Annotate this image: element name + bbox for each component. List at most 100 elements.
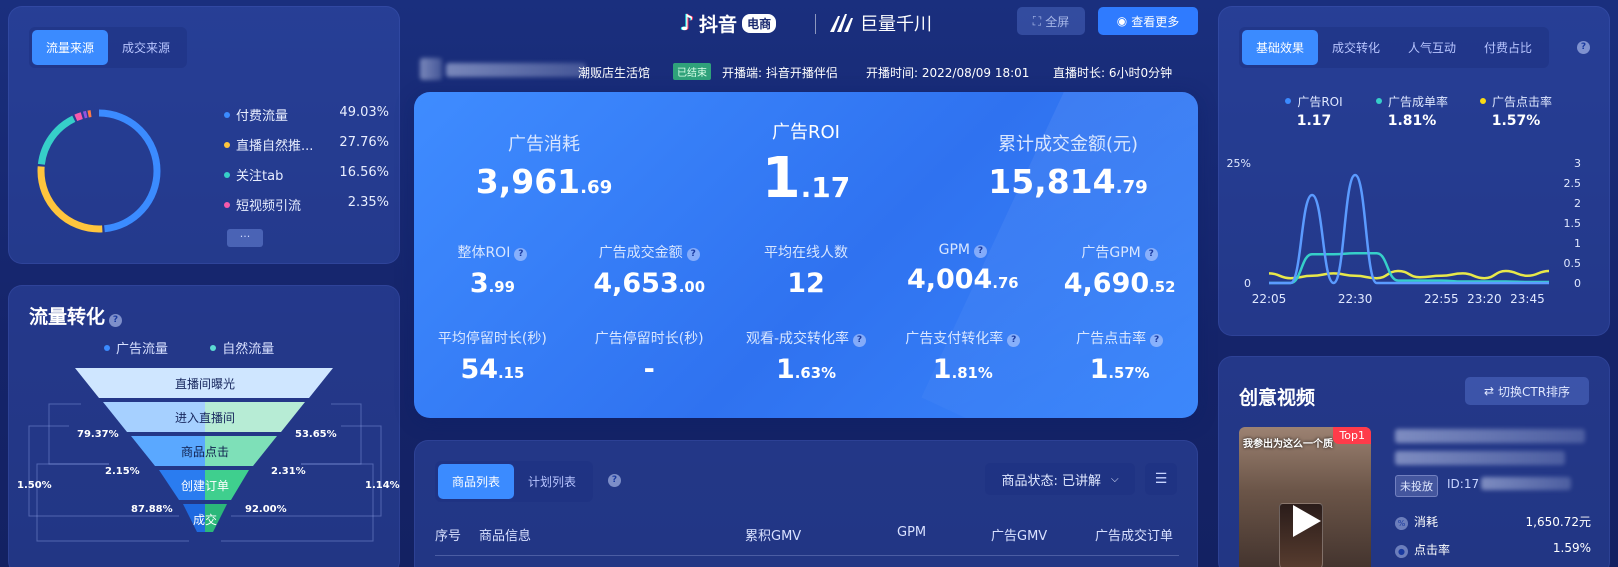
legend-dot xyxy=(224,202,230,208)
settings-sliders-icon: ☰ xyxy=(1154,471,1168,487)
tab-plan-list[interactable]: 计划列表 xyxy=(514,464,590,499)
help-icon[interactable]: ? xyxy=(1150,334,1164,347)
y-right-tick-label: 3 xyxy=(1574,157,1581,170)
kpi-ad-cost-value: 3,961.69 xyxy=(414,162,674,201)
kpi-metric-dec: .63% xyxy=(794,364,836,382)
kpi-metric-int: 1 xyxy=(776,354,795,385)
tab-paid-ratio[interactable]: 付费占比 xyxy=(1470,30,1546,65)
kpi-metric-dec: .57% xyxy=(1108,364,1150,382)
live-duration: 直播时长: 6小时0分钟 xyxy=(1053,66,1173,80)
more-button[interactable]: ··· xyxy=(227,229,263,247)
series-line[interactable] xyxy=(1269,173,1549,285)
series-line[interactable] xyxy=(1268,269,1550,280)
kpi-metric-cell: 广告成交金额? 4,653.00 xyxy=(571,242,728,299)
video-status-badge: 未投放 xyxy=(1395,475,1438,497)
tab-popularity[interactable]: 人气互动 xyxy=(1394,30,1470,65)
funnel-rate-left-1: 79.37% xyxy=(77,429,119,440)
effect-line-chart: 25%032.521.510.5022:05 22:30 22:55 23:20 23:… xyxy=(1227,157,1581,306)
metric-dot xyxy=(1375,98,1382,104)
traffic-conversion-panel: 流量转化? 广告流量 自然流量 直播间曝光 进入直播间 商品点击 创建订单 成交… xyxy=(8,285,400,567)
kpi-metric-value: 4,653.00 xyxy=(571,268,728,299)
qianchuan-logo: 巨量千川 xyxy=(828,10,932,36)
kpi-metric-label: 广告支付转化率 xyxy=(905,331,1004,347)
tab-traffic-source[interactable]: 流量来源 xyxy=(32,30,109,65)
column-settings-button[interactable]: ☰ xyxy=(1145,463,1177,495)
fullscreen-button[interactable]: ⛶ 全屏 xyxy=(1017,7,1085,35)
traffic-source-legend-item[interactable]: 短视频引流 2.35% xyxy=(224,195,389,225)
effect-metric: 广告点击率 1.57% xyxy=(1461,93,1571,129)
kpi-gmv-int: 15,814 xyxy=(988,162,1116,201)
kpi-metric-dec: .15 xyxy=(498,364,525,382)
basic-effect-panel: 基础效果 成交转化 人气互动 付费占比 ? 广告ROI 1.17 广告成单率 1.81… xyxy=(1218,6,1610,336)
metric-label: 广告成单率 xyxy=(1387,95,1448,109)
metric-dot xyxy=(1479,98,1486,104)
qianchuan-icon xyxy=(830,14,853,32)
kpi-metric-value: 12 xyxy=(728,268,885,299)
traffic-source-legend-item[interactable]: 直播自然推... 27.76% xyxy=(224,135,389,165)
kpi-metric-value: 4,004.76 xyxy=(884,264,1041,295)
legend-percent: 2.35% xyxy=(347,195,389,210)
tab-deal-source[interactable]: 成交来源 xyxy=(108,30,184,65)
kpi-metric-int: 4,690 xyxy=(1063,268,1150,299)
sort-ctr-button[interactable]: ⇄ 切换CTR排序 xyxy=(1465,377,1589,405)
funnel-stage-1: 直播间曝光 xyxy=(174,377,235,391)
metric-label: 广告ROI xyxy=(1297,95,1343,109)
video-stat-ctr: ● 点击率 1.59% xyxy=(1395,541,1591,558)
x-tick-label: 23:45 xyxy=(1510,292,1545,306)
kpi-metric-dec: .00 xyxy=(678,278,706,296)
help-icon[interactable]: ? xyxy=(1007,334,1021,347)
kpi-metric-int: 3 xyxy=(469,268,489,299)
kpi-metric-label: 广告成交金额 xyxy=(598,245,683,261)
help-icon[interactable]: ? xyxy=(973,245,987,258)
kpi-row-2: 整体ROI? 3.99 广告成交金额? 4,653.00 平均在线人数 12 GPM? 4,0… xyxy=(414,242,1198,312)
douyin-logo-text: 抖音 xyxy=(699,14,738,36)
kpi-metric-value: 1.81% xyxy=(884,354,1041,385)
kpi-metric-value: 54.15 xyxy=(414,354,571,385)
blurred-video-title-2 xyxy=(1395,451,1565,465)
x-tick-label: 23:20 xyxy=(1467,292,1502,306)
y-right-tick-label: 0 xyxy=(1574,277,1581,290)
help-icon[interactable]: ? xyxy=(853,334,867,347)
traffic-source-legend-item[interactable]: 付费流量 49.03% xyxy=(224,105,389,135)
play-icon[interactable] xyxy=(1291,503,1323,539)
help-icon[interactable]: ? xyxy=(1577,41,1590,54)
kpi-panel: 广告消耗 3,961.69 广告ROI 1.17 累计成交金额(元) 15,81… xyxy=(414,92,1198,418)
product-list-panel: 商品列表 计划列表 ? 商品状态: 已讲解 ⌵ ☰ 序号 商品信息 累积GMV G… xyxy=(414,440,1198,567)
metric-label: 广告点击率 xyxy=(1491,95,1552,109)
funnel-rate-right-2: 2.31% xyxy=(271,466,306,477)
funnel-rate-outer-right: 1.14% xyxy=(365,480,400,491)
legend-label: 直播自然推... xyxy=(236,139,314,154)
kpi-metric-cell: 广告点击率? 1.57% xyxy=(1041,328,1198,385)
traffic-source-legend-item[interactable]: 关注tab 16.56% xyxy=(224,165,389,195)
eye-icon: ◉ xyxy=(1116,14,1128,28)
kpi-metric-int: 54 xyxy=(460,354,499,385)
kpi-metric-value: 4,690.52 xyxy=(1041,268,1198,299)
video-id: ID:17 xyxy=(1447,477,1480,491)
video-caption: 我参出为这么一个质 xyxy=(1243,439,1333,450)
tab-deal-conversion[interactable]: 成交转化 xyxy=(1318,30,1394,65)
traffic-source-panel: 流量来源 成交来源 付费流量 49.03% 直播自然推... 27.76% 关注tab 1… xyxy=(8,6,400,264)
kpi-metric-label: 平均停留时长(秒) xyxy=(437,331,547,347)
see-more-button[interactable]: ◉ 查看更多 xyxy=(1098,7,1198,35)
series-line[interactable] xyxy=(1269,251,1549,285)
kpi-ad-roi-value: 1.17 xyxy=(676,146,936,211)
kpi-metric-value: 1.57% xyxy=(1041,354,1198,385)
legend-percent: 27.76% xyxy=(339,135,389,150)
metric-dot xyxy=(1285,98,1292,104)
help-icon[interactable]: ? xyxy=(608,474,621,487)
funnel-rate-right-3: 92.00% xyxy=(245,504,287,515)
traffic-source-donut xyxy=(37,109,161,233)
kpi-metric-dec: .52 xyxy=(1149,278,1176,296)
kpi-metric-value: - xyxy=(571,354,728,385)
help-icon[interactable]: ? xyxy=(1144,248,1158,261)
chevron-down-icon: ⌵ xyxy=(1110,473,1119,485)
tab-product-list[interactable]: 商品列表 xyxy=(438,464,515,499)
blurred-video-id xyxy=(1481,477,1571,490)
tab-basic-effect[interactable]: 基础效果 xyxy=(1242,30,1319,65)
kpi-metric-int: 1 xyxy=(932,354,952,385)
video-thumbnail[interactable]: 我参出为这么一个质 Top1 xyxy=(1239,427,1371,567)
help-icon[interactable]: ? xyxy=(514,248,528,261)
help-icon[interactable]: ? xyxy=(686,248,700,261)
product-status-select[interactable]: 商品状态: 已讲解 ⌵ xyxy=(985,463,1135,495)
kpi-metric-label: 广告停留时长(秒) xyxy=(594,331,704,347)
